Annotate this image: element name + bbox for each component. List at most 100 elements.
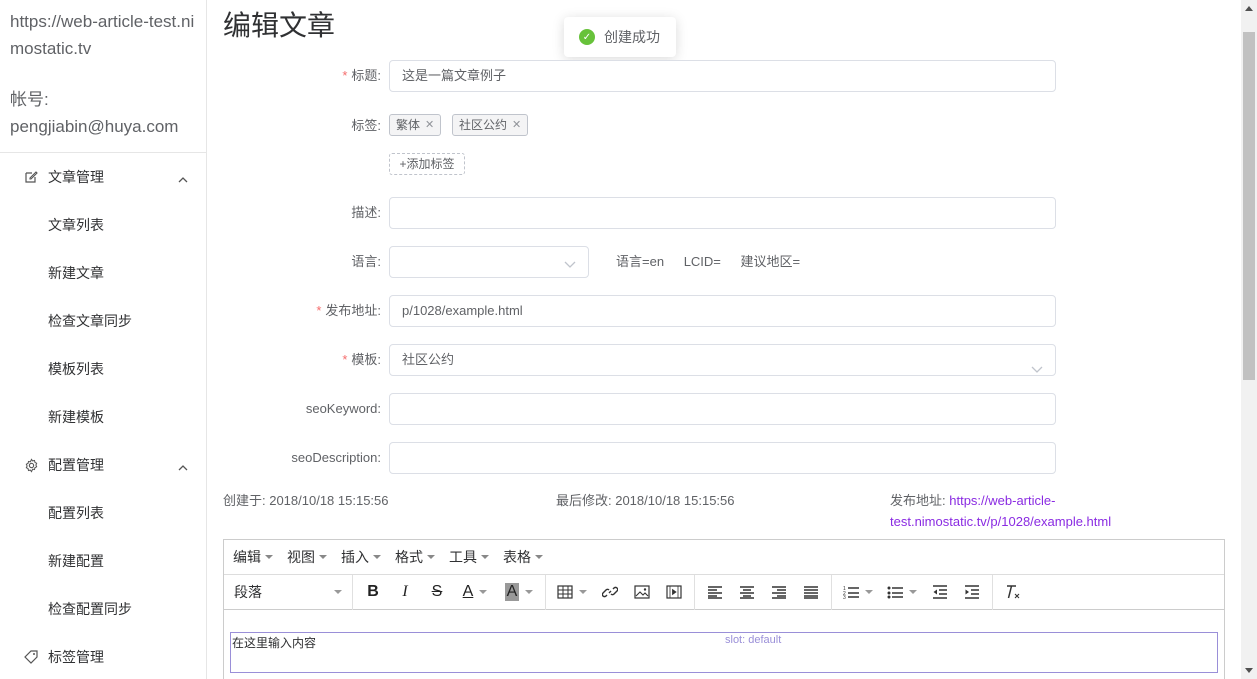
indent-icon[interactable] <box>956 578 988 606</box>
success-toast: ✓ 创建成功 <box>564 17 676 57</box>
menu-item-article-list[interactable]: 文章列表 <box>0 201 206 249</box>
tag-chip: 繁体 ✕ <box>389 114 442 136</box>
account-email: pengjiabin@huya.com <box>10 117 179 136</box>
publish-info: 发布地址: https://web-article-test.nimostati… <box>890 490 1111 532</box>
publish-url-label: 发布地址: <box>325 303 381 318</box>
app-root: https://web-article-test.nimostatic.tv 帐… <box>0 0 1257 679</box>
align-justify-icon[interactable] <box>795 578 827 606</box>
menu-view[interactable]: 视图 <box>287 547 327 567</box>
menu-edit[interactable]: 编辑 <box>233 547 273 567</box>
form-row-tags: 标签: 繁体 ✕ 社区公约 ✕ <box>207 110 1067 142</box>
form-row-description: 描述: <box>207 197 1067 229</box>
add-tag-button[interactable]: +添加标签 <box>389 153 465 175</box>
page-scrollbar[interactable] <box>1241 0 1257 679</box>
tag-icon <box>23 649 39 665</box>
link-icon[interactable] <box>594 578 626 606</box>
title-label: 标题: <box>351 68 381 83</box>
menu-group-articles[interactable]: 文章管理 <box>0 153 206 201</box>
edit-icon <box>23 169 39 185</box>
numbered-list-icon[interactable]: 123 <box>836 578 880 606</box>
bullet-list-icon[interactable] <box>880 578 924 606</box>
modified-time: 最后修改: 2018/10/18 15:15:56 <box>556 493 735 508</box>
chevron-down-icon <box>564 256 576 271</box>
title-input[interactable]: 这是一篇文章例子 <box>389 60 1056 92</box>
menu-table[interactable]: 表格 <box>503 547 543 567</box>
menu-tools[interactable]: 工具 <box>449 547 489 567</box>
menu-group-label: 文章管理 <box>48 169 104 185</box>
menu-item-check-article-sync[interactable]: 检查文章同步 <box>0 297 206 345</box>
menu-item-new-template[interactable]: 新建模板 <box>0 393 206 441</box>
template-value: 社区公约 <box>402 352 455 367</box>
background-color-icon[interactable]: A <box>497 578 541 606</box>
outdent-icon[interactable] <box>924 578 956 606</box>
menu-item-new-article[interactable]: 新建文章 <box>0 249 206 297</box>
strikethrough-icon[interactable]: S <box>421 578 453 606</box>
main-content: 编辑文章 ✓ 创建成功 * 标题: 这是一篇文章例子 标签: 繁体 ✕ 社区公约 ✕ … <box>207 0 1241 679</box>
tag-chip: 社区公约 ✕ <box>452 114 529 136</box>
created-time: 创建于: 2018/10/18 15:15:56 <box>223 493 389 508</box>
publish-label: 发布地址: <box>890 493 946 508</box>
editor-placeholder: 在这里输入内容 <box>232 636 317 650</box>
close-icon[interactable]: ✕ <box>512 115 521 135</box>
language-info: 语言=en LCID= 建议地区= <box>616 246 816 278</box>
template-select[interactable]: 社区公约 <box>389 344 1056 376</box>
editor-content[interactable]: 在这里输入内容 slot: default <box>230 632 1218 673</box>
lang-code: 语言=en <box>616 254 665 269</box>
italic-icon[interactable]: I <box>389 578 421 606</box>
tag-text: 繁体 <box>396 118 421 132</box>
menu-group-tags[interactable]: 标签管理 <box>0 633 206 679</box>
menu-group-label: 标签管理 <box>48 649 104 665</box>
slot-label: slot: default <box>725 634 782 646</box>
form-row-language: 语言: 语言=en LCID= 建议地区= <box>207 246 1067 278</box>
language-select[interactable] <box>389 246 589 278</box>
lcid: LCID= <box>683 254 721 269</box>
site-info: https://web-article-test.nimostatic.tv 帐… <box>0 0 206 153</box>
template-label: 模板: <box>351 352 381 367</box>
bold-icon[interactable]: B <box>357 578 389 606</box>
editor-toolbar: 段落 B I S A A 1 2 3 <box>224 574 1224 610</box>
table-icon[interactable] <box>550 578 594 606</box>
menu-insert[interactable]: 插入 <box>341 547 381 567</box>
svg-text:3: 3 <box>843 595 846 599</box>
menu-group-config[interactable]: 配置管理 <box>0 441 206 489</box>
tags-label: 标签: <box>351 118 381 133</box>
required-mark: * <box>316 303 322 318</box>
scroll-up-icon[interactable] <box>1245 6 1253 11</box>
chevron-up-icon <box>178 459 188 475</box>
clear-format-icon[interactable] <box>997 578 1029 606</box>
menu-item-check-config-sync[interactable]: 检查配置同步 <box>0 585 206 633</box>
rich-text-editor: 编辑 视图 插入 格式 工具 表格 段落 B I S A A 1 2 3 在这里… <box>223 539 1225 679</box>
menu-item-template-list[interactable]: 模板列表 <box>0 345 206 393</box>
scroll-down-icon[interactable] <box>1245 668 1253 673</box>
paragraph-select[interactable]: 段落 <box>228 578 348 606</box>
menu-group-label: 配置管理 <box>48 457 104 473</box>
chevron-down-icon <box>1031 354 1043 384</box>
account-label: 帐号: <box>10 90 49 109</box>
media-icon[interactable] <box>658 578 690 606</box>
scrollbar-thumb[interactable] <box>1243 32 1255 380</box>
required-mark: * <box>342 68 348 83</box>
menu-format[interactable]: 格式 <box>395 547 435 567</box>
required-mark: * <box>342 352 348 367</box>
align-center-icon[interactable] <box>731 578 763 606</box>
text-color-icon[interactable]: A <box>453 578 497 606</box>
language-label: 语言: <box>351 254 381 269</box>
close-icon[interactable]: ✕ <box>425 115 434 135</box>
seo-keyword-label: seoKeyword: <box>305 401 381 416</box>
align-right-icon[interactable] <box>763 578 795 606</box>
publish-url-input[interactable]: p/1028/example.html <box>389 295 1056 327</box>
form-row-template: * 模板: 社区公约 <box>207 344 1067 376</box>
seo-keyword-input[interactable] <box>389 393 1056 425</box>
image-icon[interactable] <box>626 578 658 606</box>
description-label: 描述: <box>351 205 381 220</box>
description-input[interactable] <box>389 197 1056 229</box>
page-title: 编辑文章 <box>223 10 336 41</box>
form-row-seo-description: seoDescription: <box>207 442 1067 474</box>
align-left-icon[interactable] <box>699 578 731 606</box>
menu-item-config-list[interactable]: 配置列表 <box>0 489 206 537</box>
check-circle-icon: ✓ <box>579 29 595 45</box>
menu-item-new-config[interactable]: 新建配置 <box>0 537 206 585</box>
seo-description-input[interactable] <box>389 442 1056 474</box>
chevron-up-icon <box>178 171 188 187</box>
site-url: https://web-article-test.nimostatic.tv <box>10 12 195 58</box>
